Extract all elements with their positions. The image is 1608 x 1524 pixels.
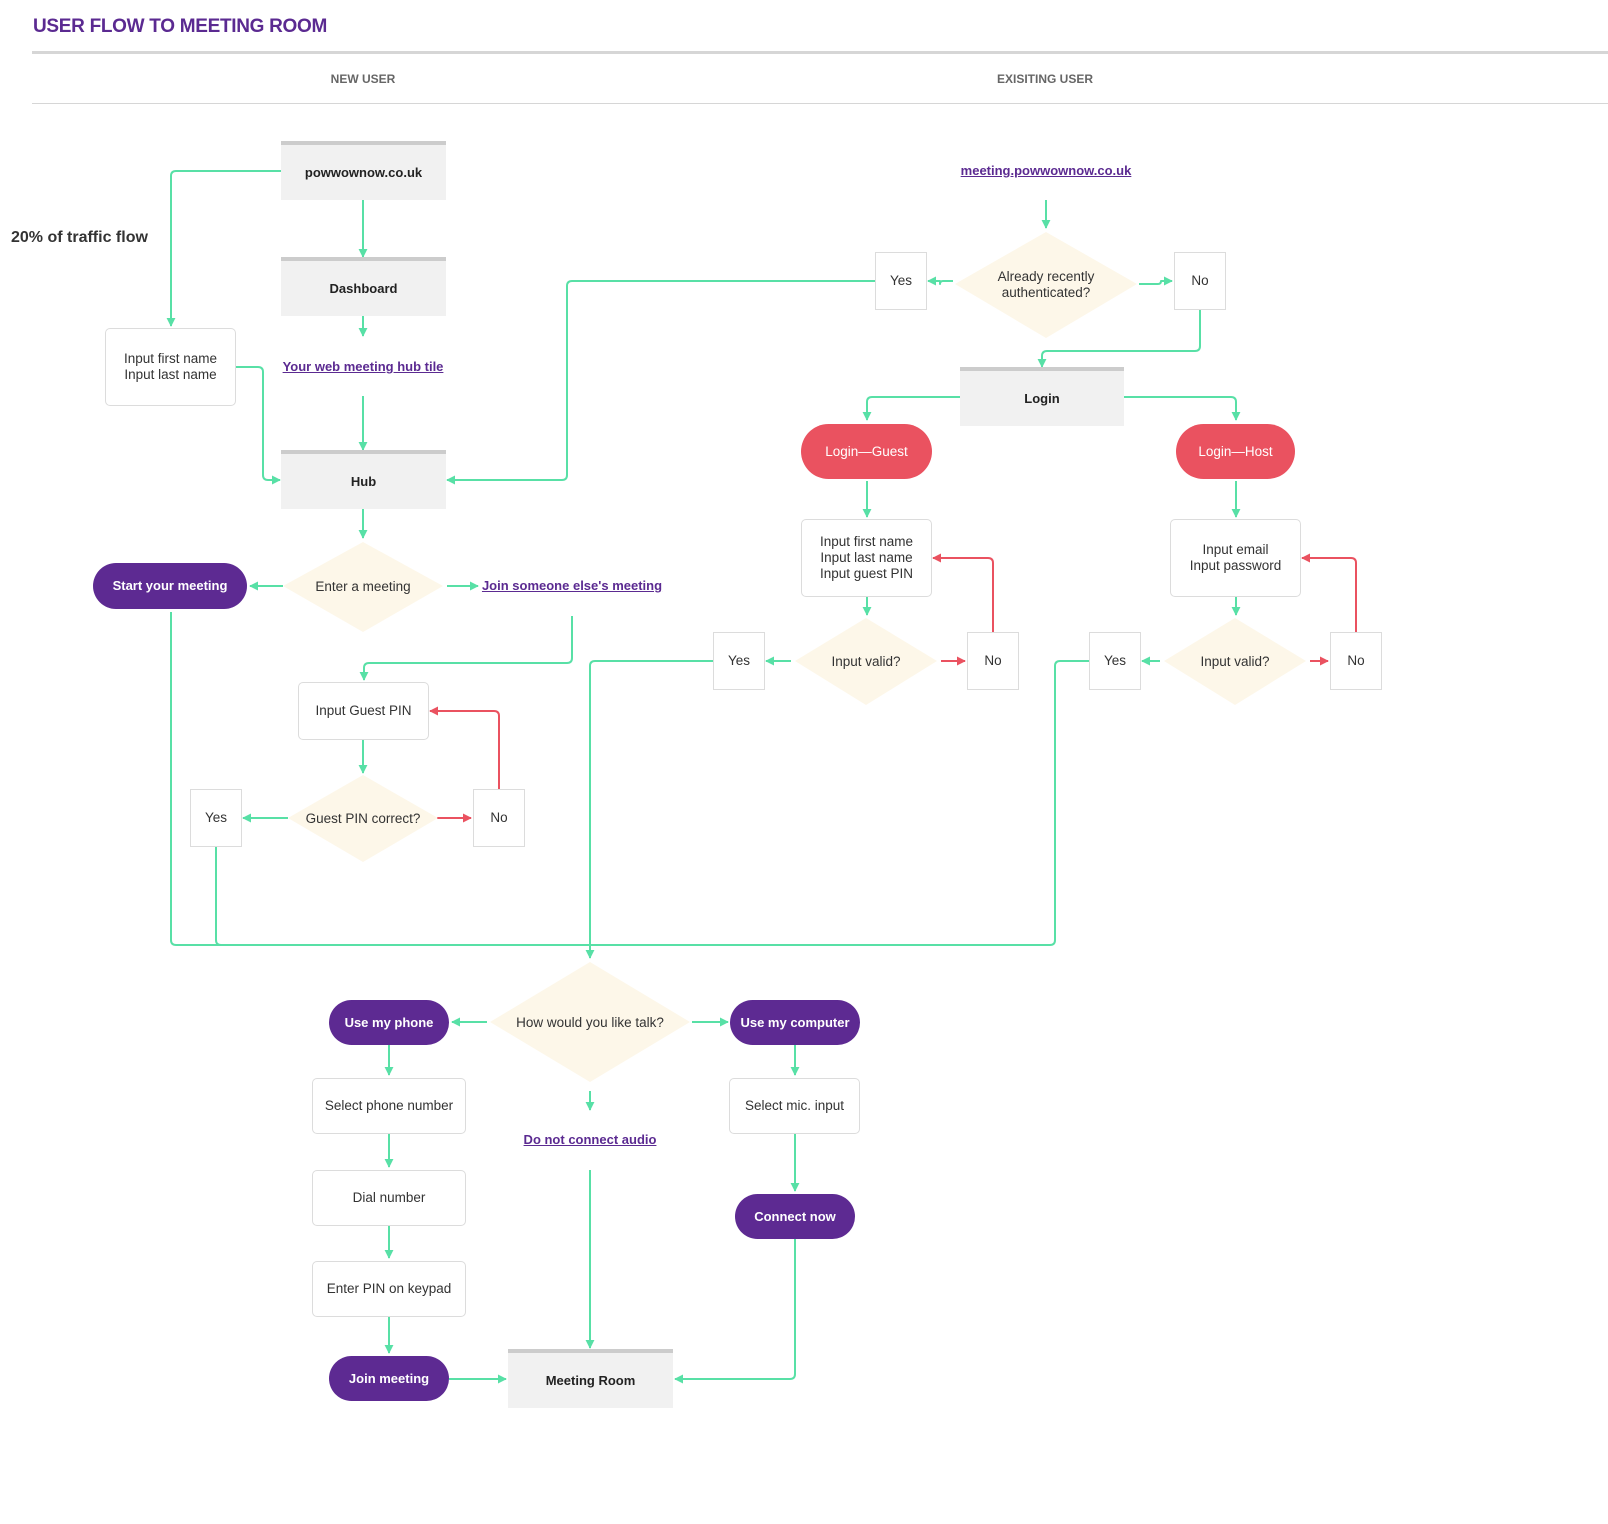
answer-yes: Yes bbox=[713, 632, 765, 690]
dial-number-step: Dial number bbox=[312, 1170, 466, 1226]
join-meeting-button[interactable]: Join meeting bbox=[329, 1356, 449, 1401]
answer-no: No bbox=[967, 632, 1019, 690]
reject-connector bbox=[1301, 553, 1357, 632]
no-audio-link[interactable]: Do not connect audio bbox=[524, 1132, 657, 1147]
connector bbox=[166, 170, 281, 327]
reject-connector bbox=[429, 706, 500, 789]
reject-connector bbox=[932, 553, 994, 632]
connector bbox=[1139, 276, 1173, 286]
decision-enter-meeting-label: Enter a meeting bbox=[315, 579, 411, 594]
use-phone-button[interactable]: Use my phone bbox=[329, 1000, 449, 1045]
page-hub: Hub bbox=[281, 450, 446, 509]
guest-input-line: Input last name bbox=[820, 550, 913, 565]
decision-host-valid-label: Input valid? bbox=[1200, 654, 1270, 669]
decision-guest-valid-label: Input valid? bbox=[831, 654, 901, 669]
name-input-line: Input first name bbox=[123, 351, 218, 366]
decision-audio-label: How would you like talk? bbox=[516, 1015, 664, 1030]
connector bbox=[359, 616, 573, 681]
host-input-line: Input email bbox=[1202, 542, 1269, 557]
connector bbox=[1124, 396, 1241, 421]
page-powwownow: powwownow.co.uk bbox=[281, 141, 446, 200]
select-phone-step: Select phone number bbox=[312, 1078, 466, 1134]
decision-auth-line: authenticated? bbox=[1001, 285, 1091, 300]
answer-yes: Yes bbox=[875, 252, 927, 310]
page-meeting-room: Meeting Room bbox=[508, 1349, 673, 1408]
guest-input-line: Input guest PIN bbox=[819, 566, 914, 581]
decision-guest-pin-label: Guest PIN correct? bbox=[305, 811, 421, 826]
connector bbox=[862, 396, 960, 421]
hub-tile-link[interactable]: Your web meeting hub tile bbox=[283, 359, 444, 374]
enter-pin-step: Enter PIN on keypad bbox=[312, 1261, 466, 1317]
connectors bbox=[166, 170, 1357, 1384]
guest-inputs-step: Input first name Input last name Input g… bbox=[801, 519, 932, 597]
select-mic-step: Select mic. input bbox=[729, 1078, 860, 1134]
answer-yes: Yes bbox=[1089, 632, 1141, 690]
answer-no: No bbox=[473, 789, 525, 847]
connector bbox=[215, 847, 222, 946]
connector bbox=[236, 366, 281, 485]
page-login: Login bbox=[960, 367, 1124, 426]
answer-no: No bbox=[1330, 632, 1382, 690]
connector bbox=[585, 660, 713, 959]
join-other-meeting-link[interactable]: Join someone else's meeting bbox=[482, 578, 662, 593]
connect-now-button[interactable]: Connect now bbox=[735, 1194, 855, 1239]
name-input-step: Input first name Input last name bbox=[105, 328, 236, 406]
decision-auth-label: Already recently authenticated? bbox=[998, 269, 1095, 301]
meeting-site-link[interactable]: meeting.powwownow.co.uk bbox=[961, 163, 1132, 178]
login-host-button[interactable]: Login—Host bbox=[1176, 424, 1295, 479]
use-computer-button[interactable]: Use my computer bbox=[730, 1000, 860, 1045]
start-meeting-button[interactable]: Start your meeting bbox=[93, 563, 247, 609]
name-input-line: Input last name bbox=[124, 367, 217, 382]
connector bbox=[674, 1239, 796, 1384]
decision-auth-line: Already recently bbox=[997, 269, 1095, 284]
page-dashboard: Dashboard bbox=[281, 257, 446, 316]
guest-input-line: Input first name bbox=[819, 534, 914, 549]
guest-pin-input-step: Input Guest PIN bbox=[298, 682, 429, 740]
answer-yes: Yes bbox=[190, 789, 242, 847]
connector bbox=[927, 276, 953, 286]
login-guest-button[interactable]: Login—Guest bbox=[801, 424, 932, 479]
host-inputs-step: Input email Input password bbox=[1170, 519, 1301, 597]
host-input-line: Input password bbox=[1189, 558, 1282, 573]
answer-no: No bbox=[1174, 252, 1226, 310]
